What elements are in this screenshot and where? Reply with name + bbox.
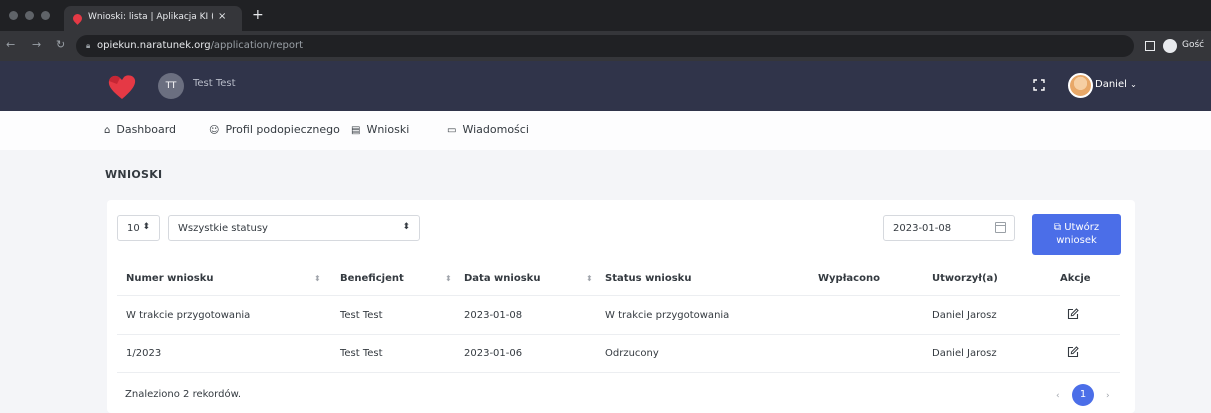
edit-icon[interactable] — [1067, 308, 1079, 320]
cell-date: 2023-01-06 — [464, 348, 523, 359]
forward-arrow-icon[interactable]: → — [32, 39, 41, 51]
sort-icon[interactable]: ⬍ — [445, 274, 452, 283]
user-menu[interactable]: Daniel ⌄ — [1095, 79, 1137, 90]
home-icon: ⌂ — [104, 125, 111, 136]
url-domain: opiekun.naratunek.org — [97, 40, 211, 51]
profile-icon: ☺ — [209, 125, 220, 136]
cell-number: 1/2023 — [126, 348, 162, 359]
column-header-number[interactable]: Numer wniosku — [126, 273, 213, 284]
column-header-created-by: Utworzył(a) — [932, 273, 998, 284]
user-avatar[interactable] — [1068, 73, 1093, 98]
nav-item-wnioski[interactable]: ▤ Wnioski — [351, 123, 409, 136]
minimize-window-dot[interactable] — [25, 11, 34, 20]
org-name[interactable]: Test Test — [193, 78, 236, 89]
column-header-actions: Akcje — [1060, 273, 1091, 284]
close-window-dot[interactable] — [9, 11, 18, 20]
heart-logo-icon[interactable] — [108, 74, 136, 100]
pagination-prev-icon[interactable]: ‹ — [1056, 391, 1060, 401]
sort-icon[interactable]: ⬍ — [586, 274, 593, 283]
cell-date: 2023-01-08 — [464, 310, 523, 321]
message-icon: ▭ — [447, 125, 457, 136]
cell-created-by: Daniel Jarosz — [932, 348, 997, 359]
nav-item-dashboard[interactable]: ⌂ Dashboard — [104, 123, 176, 136]
tab-close-icon[interactable]: × — [218, 11, 226, 22]
profile-avatar-icon[interactable] — [1163, 39, 1177, 53]
zoom-window-dot[interactable] — [41, 11, 50, 20]
create-application-button[interactable]: ⧉ Utwórz wniosek — [1032, 214, 1121, 255]
document-icon: ▤ — [351, 125, 361, 136]
page-size-select[interactable]: 10 ⬍ — [117, 215, 160, 241]
applications-card: 10 ⬍ Wszystkie statusy ⬍ 2023-01-08 ⧉ Utwó… — [107, 200, 1135, 413]
calendar-icon[interactable] — [995, 222, 1006, 233]
row-divider — [117, 372, 1120, 373]
back-arrow-icon[interactable]: ← — [6, 39, 15, 51]
date-input[interactable]: 2023-01-08 — [883, 215, 1015, 241]
reload-icon[interactable]: ↻ — [56, 39, 65, 51]
records-count: Znaleziono 2 rekordów. — [125, 389, 242, 400]
row-divider — [117, 334, 1120, 335]
status-filter-select[interactable]: Wszystkie statusy ⬍ — [168, 215, 420, 241]
pagination-current-page[interactable]: 1 — [1072, 384, 1094, 406]
new-tab-button[interactable]: + — [252, 8, 264, 22]
page-title: WNIOSKI — [105, 168, 163, 181]
side-panel-icon[interactable] — [1145, 41, 1155, 51]
cell-created-by: Daniel Jarosz — [932, 310, 997, 321]
cell-status: Odrzucony — [605, 348, 659, 359]
sort-arrows-icon: ⬍ — [402, 222, 410, 232]
browser-address-bar: ← → ↻ 🔒︎ opiekun.naratunek.org/applicati… — [0, 31, 1211, 61]
column-header-status[interactable]: Status wniosku — [605, 273, 691, 284]
copy-icon: ⧉ — [1053, 222, 1062, 233]
cell-beneficiary: Test Test — [340, 310, 383, 321]
lock-icon: 🔒︎ — [86, 41, 91, 50]
cell-beneficiary: Test Test — [340, 348, 383, 359]
cell-status: W trakcie przygotowania — [605, 310, 730, 321]
sort-icon[interactable]: ⬍ — [314, 274, 321, 283]
app-header: TT Test Test Daniel ⌄ — [0, 61, 1211, 111]
browser-tab-bar: Wnioski: lista | Aplikacja KI (Ko × + — [0, 0, 1211, 31]
fullscreen-icon[interactable] — [1033, 79, 1045, 91]
edit-icon[interactable] — [1067, 346, 1079, 358]
chevron-down-icon: ⌄ — [1130, 80, 1137, 89]
column-header-paid: Wypłacono — [818, 273, 880, 284]
url-path: /application/report — [210, 40, 304, 51]
column-header-date[interactable]: Data wniosku — [464, 273, 540, 284]
browser-tab[interactable]: Wnioski: lista | Aplikacja KI (Ko × — [64, 6, 242, 31]
org-avatar[interactable]: TT — [158, 73, 184, 99]
sort-arrows-icon: ⬍ — [142, 222, 150, 232]
profile-label[interactable]: Gość — [1182, 40, 1204, 50]
nav-item-profile[interactable]: ☺ Profil podopiecznego — [209, 123, 340, 136]
cell-number: W trakcie przygotowania — [126, 310, 251, 321]
column-header-beneficiary[interactable]: Beneficjent — [340, 273, 404, 284]
heart-favicon-icon — [71, 12, 84, 25]
main-nav: ⌂ Dashboard ☺ Profil podopiecznego ▤ Wniosk… — [0, 111, 1211, 150]
nav-item-messages[interactable]: ▭ Wiadomości — [447, 123, 529, 136]
tab-title: Wnioski: lista | Aplikacja KI (Ko — [88, 12, 213, 22]
url-field[interactable]: 🔒︎ opiekun.naratunek.org/application/rep… — [76, 35, 1134, 57]
header-divider — [117, 295, 1120, 296]
pagination-next-icon[interactable]: › — [1106, 391, 1110, 401]
